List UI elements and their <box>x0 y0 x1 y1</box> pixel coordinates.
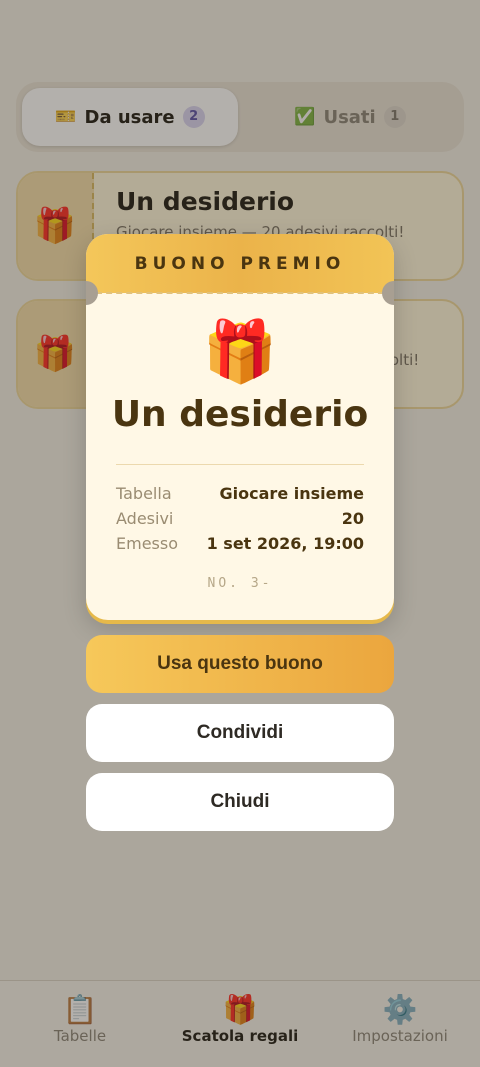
share-button[interactable]: Condividi <box>86 704 394 762</box>
voucher-number: NO. 3- <box>207 576 273 591</box>
use-voucher-button[interactable]: Usa questo buono <box>86 635 394 693</box>
voucher-header: BUONO PREMIO <box>86 234 394 293</box>
info-label: Emesso <box>116 534 178 553</box>
info-value: Giocare insieme <box>219 484 364 503</box>
ticket-notch <box>382 281 394 305</box>
gift-icon: 🎁 <box>202 317 278 387</box>
voucher-title: Un desiderio <box>111 394 369 435</box>
reward-voucher: BUONO PREMIO 🎁 Un desiderio Tabella Gioc… <box>86 234 394 620</box>
info-label: Tabella <box>116 484 172 503</box>
info-row: Emesso 1 set 2026, 19:00 <box>116 534 364 553</box>
divider <box>116 464 364 465</box>
info-value: 20 <box>341 509 364 528</box>
close-button[interactable]: Chiudi <box>86 773 394 831</box>
info-row: Adesivi 20 <box>116 509 364 528</box>
info-value: 1 set 2026, 19:00 <box>206 534 364 553</box>
info-row: Tabella Giocare insieme <box>116 484 364 503</box>
perforation-divider <box>86 292 394 294</box>
info-label: Adesivi <box>116 509 174 528</box>
